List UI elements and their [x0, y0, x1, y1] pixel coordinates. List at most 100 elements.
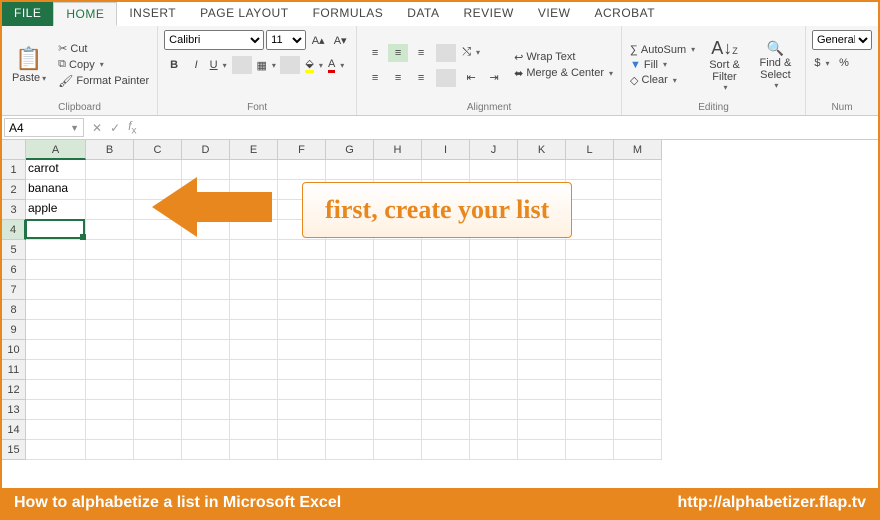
cell-M3[interactable]	[614, 200, 662, 220]
cell-J13[interactable]	[470, 400, 518, 420]
cell-J1[interactable]	[470, 160, 518, 180]
cell-A14[interactable]	[26, 420, 86, 440]
cell-G1[interactable]	[326, 160, 374, 180]
cell-B11[interactable]	[86, 360, 134, 380]
cell-E6[interactable]	[230, 260, 278, 280]
cell-L7[interactable]	[566, 280, 614, 300]
cell-I12[interactable]	[422, 380, 470, 400]
cell-H7[interactable]	[374, 280, 422, 300]
cell-G5[interactable]	[326, 240, 374, 260]
cell-B9[interactable]	[86, 320, 134, 340]
cell-D15[interactable]	[182, 440, 230, 460]
decrease-indent-button[interactable]: ⇤	[461, 69, 481, 87]
font-color-button[interactable]: A	[326, 56, 346, 74]
cell-A15[interactable]	[26, 440, 86, 460]
cell-J14[interactable]	[470, 420, 518, 440]
cell-D9[interactable]	[182, 320, 230, 340]
cell-M6[interactable]	[614, 260, 662, 280]
merge-center-button[interactable]: ⬌Merge & Center	[512, 66, 615, 81]
row-header-9[interactable]: 9	[2, 320, 26, 340]
tab-data[interactable]: DATA	[395, 2, 451, 26]
cell-K7[interactable]	[518, 280, 566, 300]
cell-A6[interactable]	[26, 260, 86, 280]
formula-input[interactable]	[142, 116, 878, 139]
cell-C6[interactable]	[134, 260, 182, 280]
cell-H13[interactable]	[374, 400, 422, 420]
col-header-D[interactable]: D	[182, 140, 230, 160]
cell-B15[interactable]	[86, 440, 134, 460]
cell-G6[interactable]	[326, 260, 374, 280]
name-box[interactable]: A4 ▼	[4, 118, 84, 137]
row-header-11[interactable]: 11	[2, 360, 26, 380]
cell-B7[interactable]	[86, 280, 134, 300]
cell-C15[interactable]	[134, 440, 182, 460]
cell-J12[interactable]	[470, 380, 518, 400]
cell-I8[interactable]	[422, 300, 470, 320]
cell-D6[interactable]	[182, 260, 230, 280]
cell-C14[interactable]	[134, 420, 182, 440]
col-header-H[interactable]: H	[374, 140, 422, 160]
cell-L15[interactable]	[566, 440, 614, 460]
cell-D12[interactable]	[182, 380, 230, 400]
cell-M1[interactable]	[614, 160, 662, 180]
col-header-J[interactable]: J	[470, 140, 518, 160]
cell-K11[interactable]	[518, 360, 566, 380]
row-header-4[interactable]: 4	[2, 220, 26, 240]
sort-filter-button[interactable]: A↓Z Sort & Filter	[703, 30, 746, 100]
cell-J8[interactable]	[470, 300, 518, 320]
cell-H10[interactable]	[374, 340, 422, 360]
fill-color-button[interactable]: ⬙	[304, 56, 324, 74]
cell-D5[interactable]	[182, 240, 230, 260]
cell-D11[interactable]	[182, 360, 230, 380]
cell-L10[interactable]	[566, 340, 614, 360]
cell-G14[interactable]	[326, 420, 374, 440]
col-header-E[interactable]: E	[230, 140, 278, 160]
cell-I1[interactable]	[422, 160, 470, 180]
cell-J5[interactable]	[470, 240, 518, 260]
cell-A9[interactable]	[26, 320, 86, 340]
cancel-formula-icon[interactable]: ✕	[92, 121, 102, 135]
cell-E10[interactable]	[230, 340, 278, 360]
col-header-B[interactable]: B	[86, 140, 134, 160]
cell-K15[interactable]	[518, 440, 566, 460]
cell-G11[interactable]	[326, 360, 374, 380]
align-right-button[interactable]: ≡	[411, 69, 431, 87]
cell-H5[interactable]	[374, 240, 422, 260]
fx-icon[interactable]: fx	[128, 119, 136, 136]
cell-A8[interactable]	[26, 300, 86, 320]
tab-formulas[interactable]: FORMULAS	[301, 2, 396, 26]
cell-M9[interactable]	[614, 320, 662, 340]
cell-J6[interactable]	[470, 260, 518, 280]
cell-K8[interactable]	[518, 300, 566, 320]
cell-L8[interactable]	[566, 300, 614, 320]
percent-button[interactable]: %	[834, 54, 854, 72]
tab-file[interactable]: FILE	[2, 2, 53, 26]
cell-E11[interactable]	[230, 360, 278, 380]
cell-H15[interactable]	[374, 440, 422, 460]
wrap-text-button[interactable]: ↩Wrap Text	[512, 50, 615, 65]
cell-B3[interactable]	[86, 200, 134, 220]
col-header-K[interactable]: K	[518, 140, 566, 160]
align-middle-button[interactable]: ≡	[388, 44, 408, 62]
cell-I9[interactable]	[422, 320, 470, 340]
row-header-10[interactable]: 10	[2, 340, 26, 360]
cell-C10[interactable]	[134, 340, 182, 360]
cell-L3[interactable]	[566, 200, 614, 220]
cell-D8[interactable]	[182, 300, 230, 320]
cell-M7[interactable]	[614, 280, 662, 300]
cell-J15[interactable]	[470, 440, 518, 460]
tab-insert[interactable]: INSERT	[117, 2, 188, 26]
tab-home[interactable]: HOME	[53, 2, 117, 26]
cell-H1[interactable]	[374, 160, 422, 180]
cell-J9[interactable]	[470, 320, 518, 340]
cell-M4[interactable]	[614, 220, 662, 240]
cell-I14[interactable]	[422, 420, 470, 440]
cell-I7[interactable]	[422, 280, 470, 300]
cell-L1[interactable]	[566, 160, 614, 180]
cell-M2[interactable]	[614, 180, 662, 200]
cell-M13[interactable]	[614, 400, 662, 420]
align-center-button[interactable]: ≡	[388, 69, 408, 87]
select-all-corner[interactable]	[2, 140, 26, 160]
row-header-13[interactable]: 13	[2, 400, 26, 420]
cell-M15[interactable]	[614, 440, 662, 460]
